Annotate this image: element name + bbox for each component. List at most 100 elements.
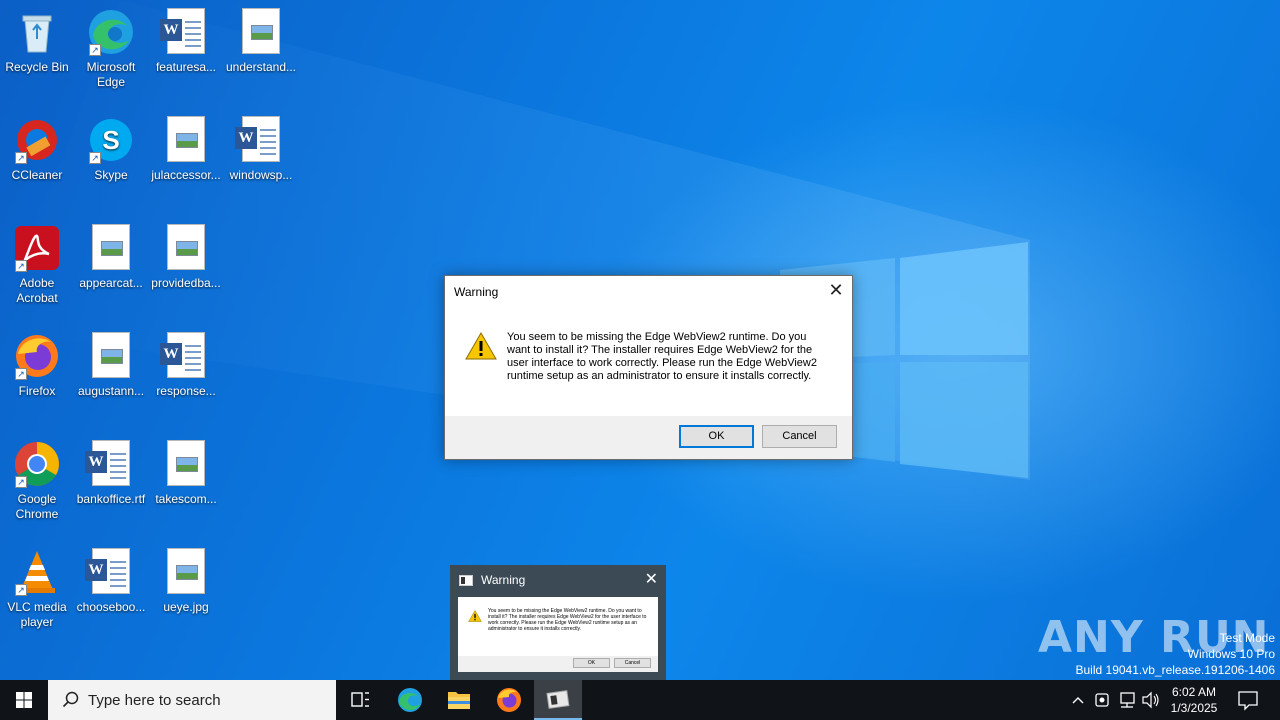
desktop-icon-providedba[interactable]: providedba... [148, 224, 224, 291]
desktop-icon-microsoft-edge[interactable]: ↗ Microsoft Edge [73, 8, 149, 90]
desktop-icon-label: Recycle Bin [5, 60, 69, 74]
desktop-icon-recycle-bin[interactable]: Recycle Bin [0, 8, 75, 75]
show-hidden-icons-button[interactable] [1068, 680, 1088, 720]
desktop-icon-label: appearcat... [79, 276, 143, 290]
thumbnail-ok-button: OK [573, 658, 610, 668]
recycle-bin-icon [13, 8, 61, 56]
desktop-icon-windowsp[interactable]: W windowsp... [223, 116, 299, 183]
desktop-icon-firefox[interactable]: ↗ Firefox [0, 332, 75, 399]
desktop-icon-adobe-acrobat[interactable]: ↗ Adobe Acrobat [0, 224, 75, 306]
chrome-icon: ↗ [13, 440, 61, 488]
windows-watermark: Test Mode Windows 10 Pro Build 19041.vb_… [1076, 630, 1276, 678]
network-button[interactable] [1116, 680, 1138, 720]
taskbar-clock[interactable]: 6:02 AM 1/3/2025 [1160, 684, 1228, 716]
desktop-icon-vlc[interactable]: ↗ VLC media player [0, 548, 75, 630]
taskbar-edge-button[interactable] [386, 680, 434, 720]
image-file-icon [162, 548, 210, 596]
svg-text:S: S [102, 125, 119, 155]
shortcut-arrow-icon: ↗ [15, 260, 27, 272]
task-view-button[interactable] [336, 680, 384, 720]
desktop-icon-label: Google Chrome [15, 492, 59, 521]
shortcut-arrow-icon: ↗ [15, 368, 27, 380]
acrobat-icon: ↗ [13, 224, 61, 272]
desktop-icon-bankoffice[interactable]: W bankoffice.rtf [73, 440, 149, 507]
image-file-icon [87, 224, 135, 272]
watermark-line-2: Windows 10 Pro [1187, 647, 1275, 661]
desktop-icon-label: Skype [94, 168, 128, 182]
warning-icon [468, 610, 482, 622]
desktop-icon-understand[interactable]: understand... [223, 8, 299, 75]
taskbar: Type here to search 6:02 AM 1/3/2025 [0, 680, 1280, 720]
shortcut-arrow-icon: ↗ [89, 44, 101, 56]
taskbar-file-explorer-button[interactable] [435, 680, 483, 720]
vlc-icon: ↗ [13, 548, 61, 596]
taskbar-search-box[interactable]: Type here to search [48, 680, 336, 720]
action-center-button[interactable] [1234, 680, 1262, 720]
word-doc-icon: W [85, 548, 135, 596]
watermark-line-1: Test Mode [1219, 631, 1275, 645]
thumbnail-title: Warning [481, 573, 526, 587]
image-file-icon [162, 440, 210, 488]
warning-icon [465, 331, 497, 365]
taskbar-active-app-button[interactable] [534, 680, 582, 720]
close-icon[interactable]: ✕ [645, 569, 658, 588]
dialog-message: You seem to be missing the Edge WebView2… [507, 331, 817, 382]
desktop-icon-label: augustann... [77, 384, 145, 398]
taskbar-thumbnail-preview[interactable]: Warning ✕ You seem to be missing the Edg… [450, 565, 666, 680]
desktop-icon-skype[interactable]: S ↗ Skype [73, 116, 149, 183]
taskbar-firefox-button[interactable] [485, 680, 533, 720]
desktop-icon-takescom[interactable]: takescom... [148, 440, 224, 507]
word-doc-icon: W [235, 116, 285, 164]
chevron-up-icon [1072, 697, 1084, 704]
desktop-icon-julaccessor[interactable]: julaccessor... [148, 116, 224, 183]
shortcut-arrow-icon: ↗ [15, 584, 27, 596]
tray-app-button[interactable] [1092, 680, 1112, 720]
app-window-icon [546, 690, 570, 709]
search-icon [62, 691, 79, 708]
cancel-button[interactable]: Cancel [762, 425, 837, 448]
firefox-icon: ↗ [13, 332, 61, 380]
start-button[interactable] [0, 680, 48, 720]
tray-app-icon [1095, 693, 1109, 707]
desktop-icon-google-chrome[interactable]: ↗ Google Chrome [0, 440, 75, 522]
desktop-icon-label: featuresa... [155, 60, 217, 74]
desktop-icon-label: chooseboo... [76, 600, 146, 614]
ccleaner-icon: ↗ [13, 116, 61, 164]
close-icon[interactable]: ✕ [824, 280, 848, 302]
thumbnail-message: You seem to be missing the Edge WebView2… [488, 608, 647, 632]
desktop-icon-featuresa[interactable]: W featuresa... [148, 8, 224, 75]
desktop-icon-augustann[interactable]: augustann... [73, 332, 149, 399]
word-doc-icon: W [160, 8, 210, 56]
desktop-icon-ueye[interactable]: ueye.jpg [148, 548, 224, 615]
word-doc-icon: W [160, 332, 210, 380]
word-doc-icon: W [85, 440, 135, 488]
shortcut-arrow-icon: ↗ [89, 152, 101, 164]
desktop-icon-label: understand... [225, 60, 297, 74]
desktop-icon-label: takescom... [155, 492, 217, 506]
desktop-icon-ccleaner[interactable]: ↗ CCleaner [0, 116, 75, 183]
thumbnail-footer: OK Cancel [458, 656, 658, 672]
image-file-icon [162, 116, 210, 164]
desktop-icon-label: response... [156, 384, 216, 398]
desktop-icon-appearcat[interactable]: appearcat... [73, 224, 149, 291]
clock-date: 1/3/2025 [1170, 701, 1218, 715]
app-window-icon [459, 575, 473, 586]
desktop-icon-chooseboo[interactable]: W chooseboo... [73, 548, 149, 615]
desktop-icon-response[interactable]: W response... [148, 332, 224, 399]
ok-button[interactable]: OK [679, 425, 754, 448]
thumbnail-dialog-preview: You seem to be missing the Edge WebView2… [458, 597, 658, 672]
edge-icon: ↗ [87, 8, 135, 56]
firefox-icon [497, 688, 521, 712]
clock-time: 6:02 AM [1171, 685, 1217, 699]
speaker-icon [1142, 691, 1159, 709]
desktop-icon-label: providedba... [151, 276, 221, 290]
skype-icon: S ↗ [87, 116, 135, 164]
notification-icon [1238, 691, 1258, 711]
watermark-line-3: Build 19041.vb_release.191206-1406 [1075, 663, 1276, 677]
desktop-icon-label: Firefox [18, 384, 56, 398]
desktop-icon-label: Adobe Acrobat [16, 276, 58, 305]
warning-dialog: Warning ✕ You seem to be missing the Edg… [444, 275, 853, 460]
desktop-icon-label: bankoffice.rtf [76, 492, 146, 506]
volume-button[interactable] [1140, 680, 1162, 720]
image-file-icon [162, 224, 210, 272]
